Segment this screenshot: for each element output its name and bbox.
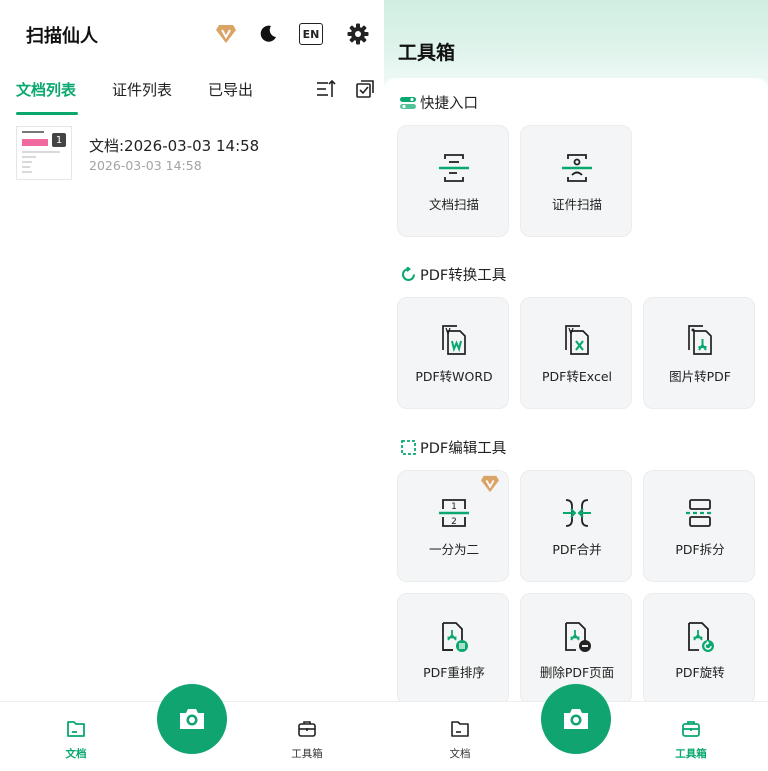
nav-toolbox[interactable]: 工具箱 — [661, 718, 721, 761]
pdf-split-icon — [644, 493, 756, 533]
tool-label: PDF旋转 — [675, 665, 725, 680]
folder-icon — [65, 718, 87, 740]
doc-scan-icon — [398, 148, 510, 188]
nav-documents-label: 文档 — [65, 748, 87, 760]
tab-id-list[interactable]: 证件列表 — [112, 79, 172, 100]
document-list-item[interactable]: 1 文档:2026-03-03 14:58 2026-03-03 14:58 — [16, 126, 368, 182]
convert-icon — [400, 267, 416, 283]
section-title-text: PDF转换工具 — [420, 268, 507, 284]
image-to-pdf-icon — [644, 320, 756, 360]
nav-toolbox-label: 工具箱 — [291, 748, 323, 760]
nav-documents[interactable]: 文档 — [430, 718, 490, 761]
pdf-delete-page-icon — [521, 616, 633, 656]
tool-card-pdf-reorder[interactable]: PDF重排序 — [397, 593, 509, 705]
tool-label: 删除PDF页面 — [539, 665, 615, 680]
svg-text:2: 2 — [451, 517, 457, 527]
tool-card-doc-scan[interactable]: 文档扫描 — [397, 125, 509, 237]
document-title: 文档:2026-03-03 14:58 — [89, 137, 260, 155]
tool-label: 一分为二 — [428, 542, 479, 557]
toolbox-content: 快捷入口 文档扫描 证件扫描 PDF转换工具 PDF转WORD PDF转Exce… — [384, 78, 768, 771]
camera-button[interactable] — [157, 684, 227, 754]
tool-card-image-to-pdf[interactable]: 图片转PDF — [643, 297, 755, 409]
tool-card-id-scan[interactable]: 证件扫描 — [520, 125, 632, 237]
app-header: 扫描仙人 EN — [0, 0, 384, 66]
section-title-text: 快捷入口 — [420, 96, 478, 112]
multi-select-icon[interactable] — [354, 78, 376, 100]
camera-icon — [180, 709, 204, 729]
tool-label: 证件扫描 — [551, 197, 602, 212]
tool-label: 图片转PDF — [669, 369, 731, 384]
id-scan-icon — [521, 148, 633, 188]
toolbox-icon — [680, 718, 702, 740]
section-title-text: PDF编辑工具 — [420, 441, 507, 457]
active-tab-indicator — [16, 112, 78, 115]
tool-label: PDF拆分 — [675, 542, 725, 557]
tool-label: PDF转WORD — [415, 369, 493, 384]
nav-documents[interactable]: 文档 — [46, 718, 106, 761]
camera-icon — [564, 709, 588, 729]
moon-icon[interactable] — [256, 22, 280, 46]
toolbox-screen: 工具箱 快捷入口 文档扫描 证件扫描 PDF转换工具 PDF转WORD PDF转… — [384, 0, 768, 771]
tool-card-pdf-rotate[interactable]: PDF旋转 — [643, 593, 755, 705]
documents-screen: 扫描仙人 EN 文档列表 证件列表 已导出 1 文档:2026-03-03 14… — [0, 0, 384, 771]
pdf-rotate-icon — [644, 616, 756, 656]
split-in-two-icon: 12 — [398, 493, 510, 533]
document-tabs: 文档列表 证件列表 已导出 — [0, 72, 384, 116]
pdf-to-excel-icon — [521, 320, 633, 360]
tab-document-list[interactable]: 文档列表 — [16, 79, 76, 100]
tool-card-pdf-merge[interactable]: PDF合并 — [520, 470, 632, 582]
section-quick-entry: 快捷入口 — [400, 92, 478, 113]
page-title: 工具箱 — [398, 42, 456, 64]
document-thumbnail: 1 — [16, 126, 72, 180]
tool-card-pdf-to-excel[interactable]: PDF转Excel — [520, 297, 632, 409]
page-count-badge: 1 — [52, 133, 66, 147]
tool-label: PDF转Excel — [542, 369, 612, 384]
section-pdf-convert: PDF转换工具 — [400, 264, 506, 285]
pdf-to-word-icon — [398, 320, 510, 360]
edit-frame-icon — [400, 440, 416, 456]
tab-exported[interactable]: 已导出 — [208, 79, 253, 100]
nav-toolbox-label: 工具箱 — [675, 748, 707, 760]
document-date: 2026-03-03 14:58 — [89, 158, 202, 173]
pdf-merge-icon — [521, 493, 633, 533]
language-icon[interactable]: EN — [299, 23, 323, 45]
camera-button[interactable] — [541, 684, 611, 754]
tool-card-pdf-split[interactable]: PDF拆分 — [643, 470, 755, 582]
nav-toolbox[interactable]: 工具箱 — [277, 718, 337, 761]
tool-card-split-in-two[interactable]: 12 一分为二 — [397, 470, 509, 582]
sort-icon[interactable] — [315, 78, 337, 100]
tool-label: PDF合并 — [552, 542, 602, 557]
tool-label: PDF重排序 — [423, 665, 485, 680]
nav-documents-label: 文档 — [449, 748, 471, 760]
folder-icon — [449, 718, 471, 740]
tool-label: 文档扫描 — [428, 197, 479, 212]
gear-icon[interactable] — [346, 22, 370, 46]
toolbox-icon — [296, 718, 318, 740]
section-pdf-edit: PDF编辑工具 — [400, 437, 506, 458]
toggle-icon — [400, 95, 416, 111]
svg-text:1: 1 — [451, 502, 457, 512]
tool-card-pdf-to-word[interactable]: PDF转WORD — [397, 297, 509, 409]
vip-diamond-icon[interactable] — [214, 22, 238, 46]
pdf-reorder-icon — [398, 616, 510, 656]
app-title: 扫描仙人 — [26, 26, 98, 47]
